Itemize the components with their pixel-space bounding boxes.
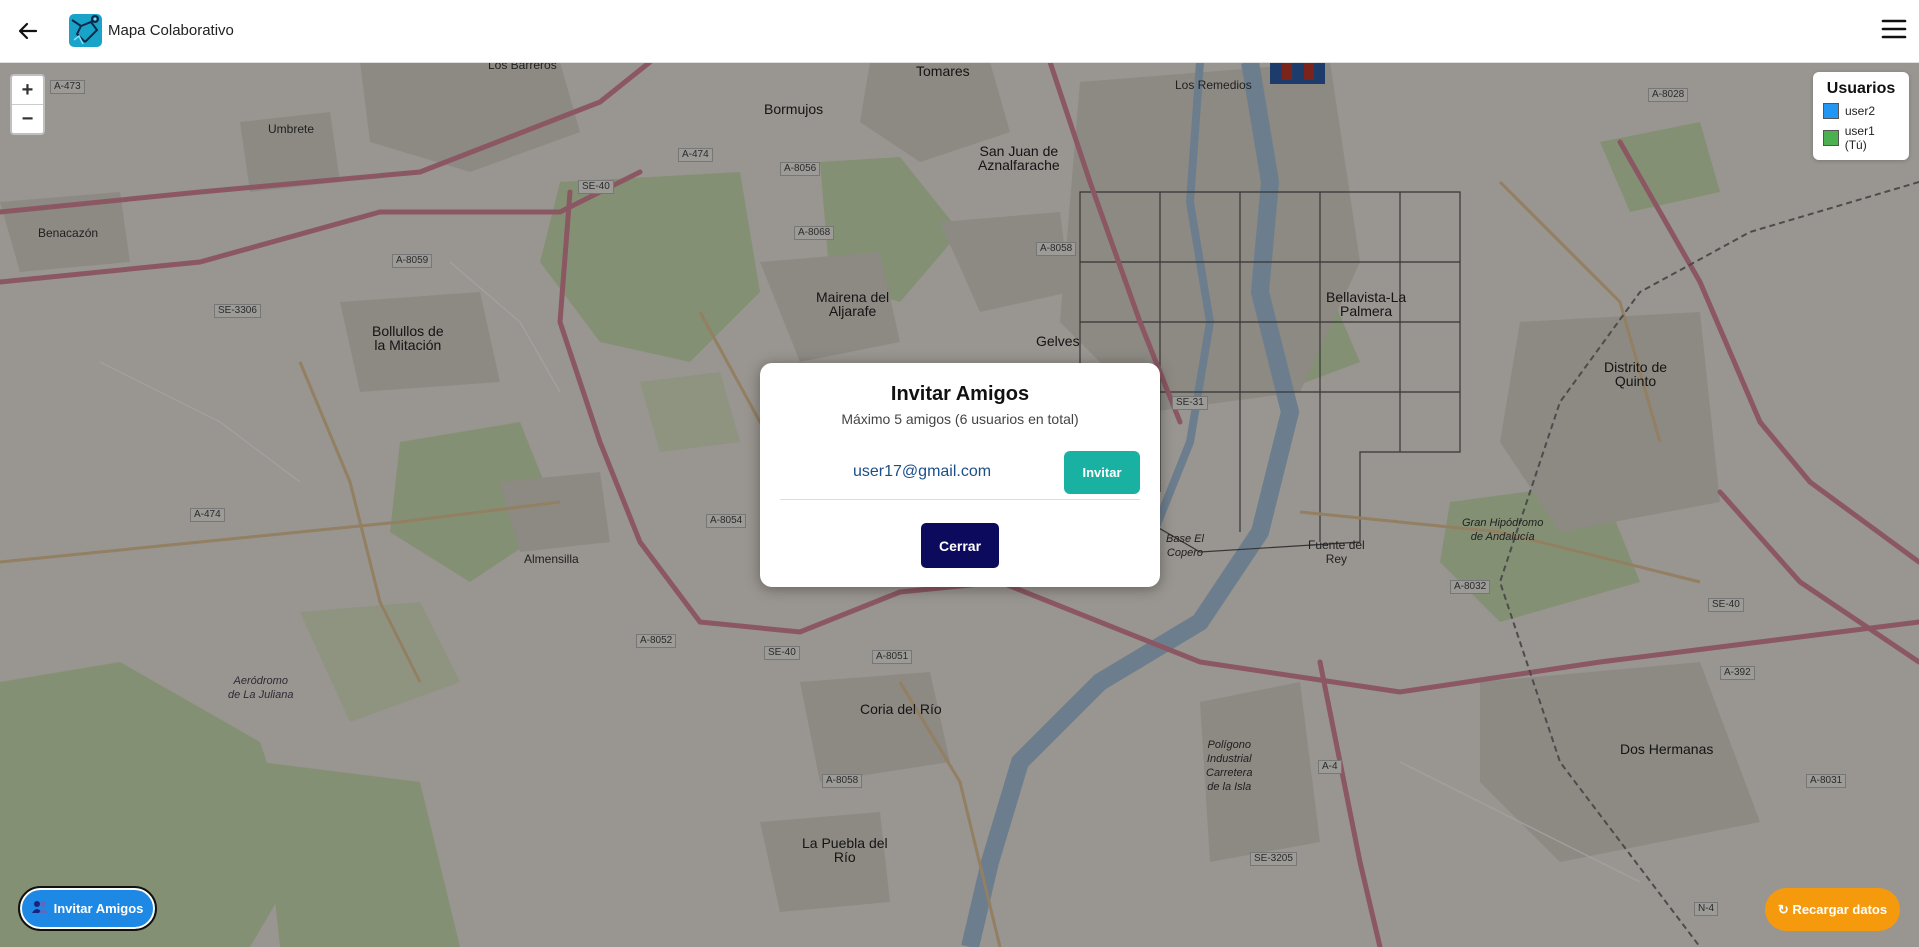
modal-subtitle: Máximo 5 amigos (6 usuarios en total) (841, 411, 1079, 427)
users-legend: Usuarios user2 user1 (Tú) (1813, 72, 1909, 160)
invite-modal: Invitar Amigos Máximo 5 amigos (6 usuari… (760, 363, 1160, 587)
legend-title: Usuarios (1826, 80, 1896, 97)
zoom-control: + − (10, 74, 45, 135)
invitee-email: user17@gmail.com (853, 463, 992, 480)
app-header: Mapa Colaborativo (0, 0, 1919, 63)
app-logo (69, 14, 102, 47)
invite-button[interactable]: Invitar (1064, 451, 1140, 494)
invite-friends-label: Invitar Amigos (53, 901, 144, 916)
modal-title: Invitar Amigos (890, 383, 1030, 405)
user-color-swatch (1823, 103, 1839, 119)
legend-user-name: user2 (1845, 104, 1876, 118)
user-color-swatch (1823, 130, 1839, 146)
app-title: Mapa Colaborativo (108, 22, 234, 39)
legend-item: user1 (Tú) (1823, 124, 1899, 152)
zoom-out-button[interactable]: − (12, 104, 43, 133)
legend-user-name: user1 (Tú) (1844, 124, 1875, 152)
people-icon (31, 900, 48, 917)
legend-item: user2 (1823, 103, 1899, 119)
arrow-left-icon (18, 22, 38, 40)
menu-button[interactable] (1881, 16, 1907, 42)
hamburger-menu-icon (1881, 19, 1907, 39)
close-button[interactable]: Cerrar (921, 523, 999, 568)
invite-row: user17@gmail.com Invitar (780, 449, 1140, 500)
reload-data-button[interactable]: ↻ Recargar datos (1765, 888, 1900, 931)
back-button[interactable] (14, 17, 42, 45)
invite-friends-button[interactable]: Invitar Amigos (18, 886, 157, 931)
zoom-in-button[interactable]: + (12, 76, 43, 104)
